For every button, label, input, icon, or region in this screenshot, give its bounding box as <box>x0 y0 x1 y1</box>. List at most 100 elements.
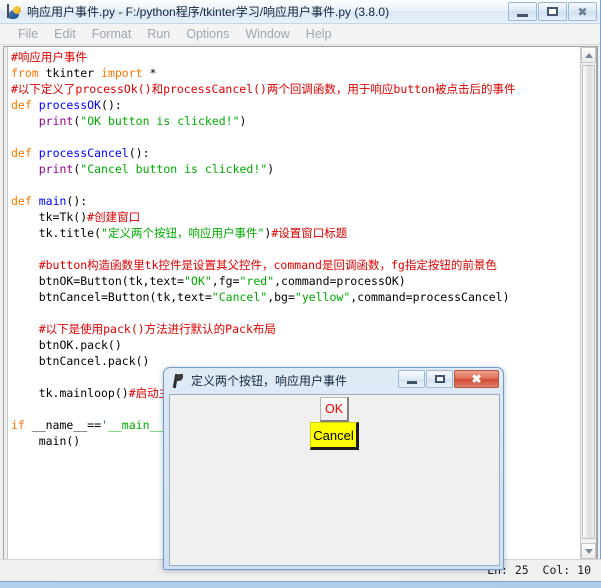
tk-window-titlebar[interactable]: 定义两个按钮，响应用户事件 ✖ <box>168 368 499 393</box>
code-token: if <box>11 418 25 432</box>
code-line: #以下定义了processOk()和processCancel()两个回调函数，… <box>11 81 597 97</box>
code-token: main() <box>11 434 81 448</box>
feather-icon <box>171 373 187 389</box>
code-line: btnOK.pack() <box>11 337 597 353</box>
cancel-button[interactable]: Cancel <box>310 422 359 450</box>
close-icon[interactable]: ✖ <box>568 2 597 21</box>
scrollbar-thumb[interactable] <box>582 65 595 539</box>
code-token: #以下是使用pack()方法进行默认的Pack布局 <box>38 322 276 336</box>
code-line: #以下是使用pack()方法进行默认的Pack布局 <box>11 321 597 337</box>
code-token: #设置窗口标题 <box>271 226 348 240</box>
ok-button[interactable]: OK <box>320 397 349 422</box>
code-token: ,command=processOK) <box>274 274 406 288</box>
code-token: "Cancel button is clicked!" <box>80 162 268 176</box>
menu-item-window[interactable]: Window <box>237 27 297 41</box>
code-token: btnOK=Button(tk,text= <box>11 274 185 288</box>
code-line: tk.title("定义两个按钮，响应用户事件")#设置窗口标题 <box>11 225 597 241</box>
code-line: tk=Tk()#创建窗口 <box>11 209 597 225</box>
code-token: btnCancel=Button(tk,text= <box>11 290 212 304</box>
code-line: def main(): <box>11 193 597 209</box>
code-token: def <box>11 146 32 160</box>
code-token: #创建窗口 <box>87 210 141 224</box>
code-token: processOK <box>38 98 102 112</box>
code-token: "yellow" <box>294 290 351 304</box>
code-token: print <box>38 114 74 128</box>
code-line: btnOK=Button(tk,text="OK",fg="red",comma… <box>11 273 597 289</box>
code-token: ,command=processCancel) <box>350 290 510 304</box>
code-token: "Cancel" <box>211 290 268 304</box>
code-token: def <box>11 98 32 112</box>
code-line: btnCancel=Button(tk,text="Cancel",bg="ye… <box>11 289 597 305</box>
scroll-up-icon[interactable] <box>581 47 596 63</box>
code-token: __name__== <box>24 418 102 432</box>
code-token: processCancel <box>38 146 129 160</box>
code-token: tk.title( <box>11 226 102 240</box>
menu-item-file[interactable]: File <box>10 27 46 41</box>
code-token: tk=Tk() <box>11 210 88 224</box>
code-token: def <box>11 194 32 208</box>
code-token: * <box>142 66 157 80</box>
code-token: "OK" <box>184 274 212 288</box>
code-token: tkinter <box>38 66 102 80</box>
tk-window-controls: ✖ <box>398 370 499 388</box>
tk-window-title: 定义两个按钮，响应用户事件 <box>191 374 348 388</box>
window-title: 响应用户事件.py - F:/python程序/tkinter学习/响应用户事件… <box>27 5 390 19</box>
code-token: (): <box>101 98 122 112</box>
tk-button-stack: OK Cancel <box>170 395 499 450</box>
menu-item-edit[interactable]: Edit <box>46 27 84 41</box>
code-token: ) <box>239 114 247 128</box>
idle-python-icon <box>5 3 23 21</box>
menubar: File Edit Format Run Options Window Help <box>0 24 600 45</box>
window-titlebar[interactable]: 响应用户事件.py - F:/python程序/tkinter学习/响应用户事件… <box>0 0 600 24</box>
code-token: import <box>101 66 143 80</box>
code-token: '__main__' <box>101 418 171 432</box>
desktop-background: 响应用户事件.py - F:/python程序/tkinter学习/响应用户事件… <box>0 0 601 588</box>
tkinter-app-window: 定义两个按钮，响应用户事件 ✖ OK Cancel <box>163 367 504 570</box>
minimize-icon[interactable] <box>508 2 537 21</box>
code-token: tk.mainloop() <box>11 386 129 400</box>
code-line: def processCancel(): <box>11 145 597 161</box>
menu-item-help[interactable]: Help <box>298 27 340 41</box>
code-token: btnCancel.pack() <box>11 354 150 368</box>
code-token: "OK button is clicked!" <box>80 114 240 128</box>
code-token: (): <box>128 146 150 160</box>
code-token: from <box>11 66 39 80</box>
menu-item-format[interactable]: Format <box>84 27 140 41</box>
code-line: #响应用户事件 <box>11 49 597 65</box>
code-token: ) <box>267 162 275 176</box>
code-token: "red" <box>239 274 275 288</box>
code-line: print("OK button is clicked!") <box>11 113 597 129</box>
code-token: "定义两个按钮，响应用户事件" <box>101 226 265 240</box>
close-icon[interactable]: ✖ <box>454 370 499 388</box>
maximize-icon[interactable] <box>538 2 567 21</box>
editor-vertical-scrollbar[interactable] <box>580 46 597 560</box>
tk-window-client-area: OK Cancel <box>169 394 500 566</box>
code-token: (): <box>66 194 88 208</box>
menu-item-run[interactable]: Run <box>139 27 178 41</box>
code-token: ,bg= <box>267 290 295 304</box>
menu-item-options[interactable]: Options <box>178 27 237 41</box>
code-token: ,fg= <box>211 274 240 288</box>
code-token: main <box>38 194 67 208</box>
code-line: from tkinter import * <box>11 65 597 81</box>
maximize-icon[interactable] <box>426 370 453 388</box>
code-token: print <box>38 162 74 176</box>
window-controls: ✖ <box>508 2 597 21</box>
scroll-down-icon[interactable] <box>581 543 596 559</box>
code-token: #响应用户事件 <box>11 50 87 64</box>
minimize-icon[interactable] <box>398 370 425 388</box>
code-token: #button构造函数里tk控件是设置其父控件，command是回调函数，fg指… <box>38 258 497 272</box>
code-line: def processOK(): <box>11 97 597 113</box>
code-token: #以下定义了processOk()和processCancel()两个回调函数，… <box>11 82 516 96</box>
